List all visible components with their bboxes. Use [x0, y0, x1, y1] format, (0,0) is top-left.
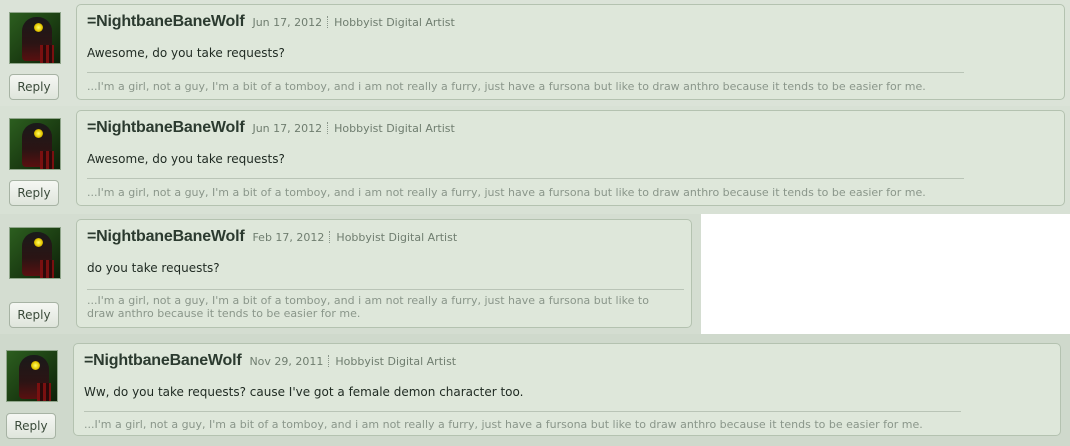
avatar[interactable] [9, 118, 61, 170]
signature-text: ...I'm a girl, not a guy, I'm a bit of a… [87, 186, 926, 199]
username-link[interactable]: =NightbaneBaneWolf [87, 228, 245, 245]
comment-header: =NightbaneBaneWolf Jun 17, 2012 Hobbyist D… [87, 11, 455, 31]
comment-header: =NightbaneBaneWolf Jun 17, 2012 Hobbyist D… [87, 117, 455, 137]
comment-date[interactable]: Jun 17, 2012 [252, 16, 322, 29]
username-link[interactable]: =NightbaneBaneWolf [87, 13, 245, 30]
signature-text-line2: draw anthro because it tends to be easie… [87, 307, 361, 320]
comment-box: =NightbaneBaneWolf Jun 17, 2012 Hobbyist D… [76, 4, 1065, 100]
reply-button[interactable]: Reply [9, 302, 59, 328]
divider [327, 121, 329, 134]
user-role: Hobbyist Digital Artist [334, 122, 455, 135]
signature-text: ...I'm a girl, not a guy, I'm a bit of a… [87, 80, 926, 93]
user-role: Hobbyist Digital Artist [334, 16, 455, 29]
username-link[interactable]: =NightbaneBaneWolf [84, 352, 242, 369]
divider [329, 230, 331, 243]
signature-divider [87, 289, 684, 290]
divider [328, 354, 330, 367]
avatar[interactable] [9, 227, 61, 279]
username-link[interactable]: =NightbaneBaneWolf [87, 119, 245, 136]
comment-box: =NightbaneBaneWolf Feb 17, 2012 Hobbyist D… [76, 219, 692, 328]
comment-date[interactable]: Nov 29, 2011 [249, 355, 323, 368]
user-role: Hobbyist Digital Artist [336, 231, 458, 244]
avatar[interactable] [9, 12, 61, 64]
comment-box: =NightbaneBaneWolf Nov 29, 2011 Hobbyist D… [73, 343, 1061, 436]
signature-text-line1: ...I'm a girl, not a guy, I'm a bit of a… [87, 294, 649, 307]
comment-box: =NightbaneBaneWolf Jun 17, 2012 Hobbyist D… [76, 110, 1065, 206]
signature-text: ...I'm a girl, not a guy, I'm a bit of a… [84, 418, 923, 431]
reply-button[interactable]: Reply [9, 74, 59, 100]
comment-date[interactable]: Jun 17, 2012 [252, 122, 322, 135]
eye-icon [34, 129, 43, 138]
avatar[interactable] [6, 350, 58, 402]
comment-header: =NightbaneBaneWolf Nov 29, 2011 Hobbyist D… [84, 350, 456, 370]
eye-icon [34, 238, 43, 247]
comment-header: =NightbaneBaneWolf Feb 17, 2012 Hobbyist D… [87, 226, 457, 246]
reply-button[interactable]: Reply [6, 413, 56, 439]
eye-icon [34, 23, 43, 32]
signature-divider [87, 72, 964, 73]
eye-icon [31, 361, 40, 370]
empty-area [701, 214, 1070, 334]
signature-divider [87, 178, 964, 179]
comment-date[interactable]: Feb 17, 2012 [252, 231, 324, 244]
comment-text: Awesome, do you take requests? [87, 46, 285, 60]
divider [327, 15, 329, 28]
user-role: Hobbyist Digital Artist [335, 355, 457, 368]
signature-divider [84, 411, 961, 412]
reply-button[interactable]: Reply [9, 180, 59, 206]
comment-text: do you take requests? [87, 261, 220, 275]
comment-text: Awesome, do you take requests? [87, 152, 285, 166]
comment-text: Ww, do you take requests? cause I've got… [84, 385, 524, 399]
